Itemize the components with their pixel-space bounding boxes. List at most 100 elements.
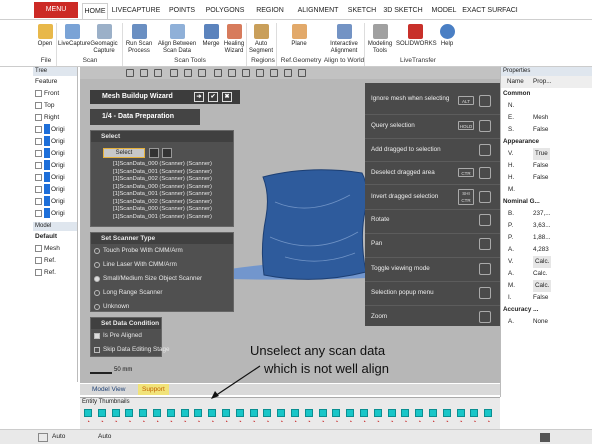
help-button[interactable]: Help [438, 24, 456, 48]
thumbnail-checkbox-icon[interactable] [470, 409, 479, 417]
checkbox-icon[interactable] [35, 268, 42, 276]
thumbnail-checkbox-icon[interactable] [97, 409, 106, 417]
condition-option[interactable]: Skip Data Editing Stage [91, 343, 170, 357]
property-value[interactable]: 4,283 [533, 244, 549, 256]
tab-polygons[interactable]: POLYGONS [202, 3, 248, 19]
thumbnail-icon[interactable]: ◔ [98, 419, 106, 427]
checkbox-icon[interactable] [35, 89, 42, 97]
thumbnail-checkbox-icon[interactable] [291, 409, 299, 417]
thumbnail-checkbox-icon[interactable] [442, 409, 451, 417]
property-value[interactable]: False [533, 172, 548, 184]
thumbnail-checkbox-icon[interactable] [125, 409, 134, 417]
thumbnail-icon[interactable]: ◔ [346, 419, 354, 427]
checkbox-checked-icon[interactable] [94, 333, 100, 339]
property-row[interactable]: E. Mesh [501, 112, 592, 124]
thumbnail-checkbox-icon[interactable] [139, 409, 148, 417]
scan-item[interactable]: [1]ScanData_002 (Scanner) (Scanner) [113, 199, 212, 207]
interactive-alignment-button[interactable]: Interactive Alignment [326, 24, 362, 55]
checkbox-icon[interactable] [35, 161, 42, 169]
property-value[interactable]: None [533, 316, 548, 328]
property-value[interactable]: False [533, 160, 548, 172]
scanner-option[interactable]: Line Laser With CMM/Arm [91, 258, 233, 272]
property-value[interactable]: Mesh [533, 112, 548, 124]
scan-item[interactable]: [1]ScanData_001 (Scanner) (Scanner) [113, 169, 212, 177]
menu-button[interactable]: MENU [34, 2, 78, 18]
thumbnail-checkbox-icon[interactable] [415, 409, 424, 417]
thumbnail-icon[interactable]: ◔ [443, 419, 451, 427]
property-value[interactable]: Calc. [533, 280, 552, 292]
property-value[interactable]: Calc. [533, 268, 547, 280]
next-arrow-icon[interactable]: ➔ [194, 92, 204, 102]
select-filter-icon[interactable] [149, 148, 159, 158]
thumbnail-icon[interactable]: ◔ [374, 419, 382, 427]
scanner-option[interactable]: Small/Medium Size Object Scanner [91, 272, 233, 286]
menu-item-rotate[interactable]: Rotate [371, 216, 466, 224]
model-item-ref[interactable]: Ref. [33, 267, 77, 279]
geomagic-capture-button[interactable]: Geomagic Capture [88, 24, 120, 55]
checkbox-icon[interactable] [35, 125, 42, 133]
property-row[interactable]: I. False [501, 292, 592, 304]
scanner-option[interactable]: Touch Probe With CMM/Arm [91, 244, 233, 258]
menu-item-ignore-mesh[interactable]: Ignore mesh when selecting [371, 95, 466, 103]
property-row[interactable]: H. False [501, 160, 592, 172]
condition-option[interactable]: Is Pre Aligned [91, 329, 161, 343]
checkbox-icon[interactable] [35, 185, 42, 193]
model-item-mesh[interactable]: Mesh [33, 243, 77, 255]
radio-selected-icon[interactable] [94, 276, 100, 282]
property-row[interactable]: P. 3,63... [501, 220, 592, 232]
thumbnail-icon[interactable]: ◔ [291, 419, 299, 427]
property-row[interactable]: H. False [501, 172, 592, 184]
query-icon[interactable] [479, 120, 491, 132]
zoom-icon[interactable] [479, 311, 491, 323]
checkbox-icon[interactable] [35, 137, 42, 145]
align-between-scan-button[interactable]: Align Between Scan Data [156, 24, 198, 55]
merge-button[interactable]: Merge [200, 24, 222, 48]
tab-home[interactable]: HOME [82, 3, 108, 19]
checkbox-icon[interactable] [35, 173, 42, 181]
thumbnail-checkbox-icon[interactable] [84, 409, 92, 417]
tab-region[interactable]: REGION [251, 3, 289, 19]
property-row[interactable]: S. False [501, 124, 592, 136]
menu-item-add-dragged[interactable]: Add dragged to selection [371, 146, 466, 154]
checkbox-icon[interactable] [94, 347, 100, 353]
scan-item[interactable]: [1]ScanData_000 (Scanner) (Scanner) [113, 206, 212, 214]
menu-item-zoom[interactable]: Zoom [371, 313, 466, 321]
radio-icon[interactable] [94, 262, 100, 268]
scan-item[interactable]: [1]ScanData_001 (Scanner) (Scanner) [113, 214, 212, 222]
thumbnail-icon[interactable]: ◔ [429, 419, 437, 427]
thumbnail-checkbox-icon[interactable] [194, 409, 203, 417]
thumbnail-icon[interactable]: ◔ [194, 419, 202, 427]
thumbnail-checkbox-icon[interactable] [456, 409, 465, 417]
thumbnail-checkbox-icon[interactable] [249, 409, 258, 417]
tab-points[interactable]: POINTS [165, 3, 199, 19]
property-value[interactable]: Calc. [533, 256, 552, 268]
menu-item-toggle-viewing[interactable]: Toggle viewing mode [371, 265, 466, 273]
thumbnail-checkbox-icon[interactable] [484, 409, 493, 417]
checkbox-icon[interactable] [35, 197, 42, 205]
property-section[interactable]: Appearance [501, 136, 592, 148]
radio-icon[interactable] [94, 290, 100, 296]
tab-model[interactable]: MODEL [428, 3, 460, 19]
thumbnail-checkbox-icon[interactable] [180, 409, 189, 417]
property-value[interactable]: 237,... [533, 208, 551, 220]
checkbox-icon[interactable] [35, 256, 42, 264]
checkbox-icon[interactable] [35, 101, 42, 109]
select-field[interactable]: Select [103, 148, 145, 158]
thumbnail-icon[interactable]: ◔ [332, 419, 340, 427]
property-value[interactable]: True [533, 148, 550, 160]
scan-item[interactable]: [1]ScanData_002 (Scanner) (Scanner) [113, 176, 212, 184]
tree-item[interactable]: Origi [33, 172, 77, 184]
property-row[interactable]: A. 4,283 [501, 244, 592, 256]
tree-item[interactable]: Front [33, 88, 77, 100]
tree-item[interactable]: Origi [33, 148, 77, 160]
checkbox-icon[interactable] [35, 244, 42, 252]
tab-alignment[interactable]: ALIGNMENT [292, 3, 344, 19]
thumbnail-checkbox-icon[interactable] [318, 409, 327, 417]
checkbox-icon[interactable] [35, 209, 42, 217]
thumbnail-checkbox-icon[interactable] [429, 409, 437, 417]
property-row[interactable]: N. [501, 100, 592, 112]
tab-3d-sketch[interactable]: 3D SKETCH [380, 3, 426, 19]
tree-item[interactable]: Top [33, 100, 77, 112]
model-default[interactable]: Default [33, 231, 77, 243]
tab-sketch[interactable]: SKETCH [346, 3, 378, 19]
